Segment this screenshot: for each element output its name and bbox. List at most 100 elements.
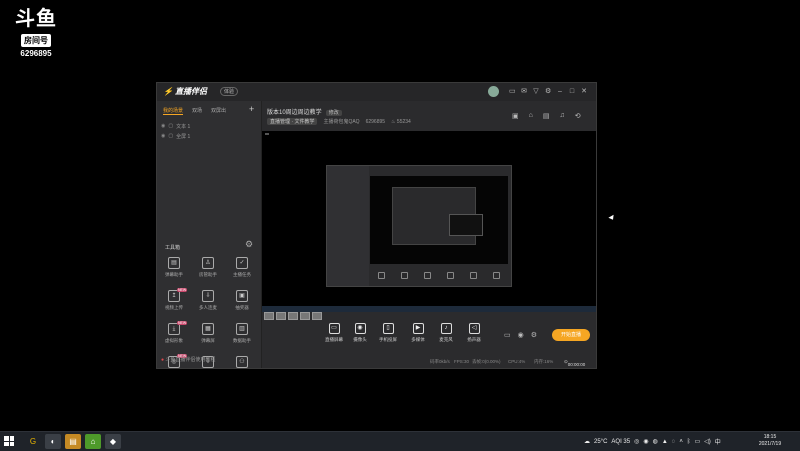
clock-time: 18:15 bbox=[763, 434, 777, 440]
toolbox-grid: ▤ 弹幕助手 ♙ 房管助手 ✓ 主播任务 ↥ 视频上传 NEW ⇩ 多人连麦 ▣ 抽奖器 ⤓ 虚拟形象 NEW… bbox=[157, 257, 261, 384]
tool-item[interactable]: ⇩ 多人连麦 bbox=[191, 290, 225, 318]
lock-icon[interactable]: ▢ bbox=[168, 123, 173, 129]
live-preview[interactable] bbox=[262, 131, 596, 312]
watermark-tag: 房间号 bbox=[21, 34, 51, 47]
windows-start-icon[interactable] bbox=[4, 436, 14, 446]
avatar[interactable] bbox=[488, 86, 499, 97]
status-bar: ⊙ 00:00:00 码率0kb/s FPS:30 丢帧:0(0.00%) CPU:4… bbox=[262, 356, 596, 368]
toolbox-settings-icon[interactable]: ⚙ bbox=[245, 239, 253, 250]
tutorial-link[interactable]: ● 斗鱼直播伴侣使用教程 bbox=[161, 356, 215, 363]
edit-title-button[interactable]: 修改 bbox=[325, 110, 342, 116]
shirt-icon[interactable]: ▽ bbox=[533, 87, 539, 96]
tab-my-scenes[interactable]: 我的场景 bbox=[163, 107, 184, 115]
tool-item[interactable]: ⚇ bbox=[225, 356, 259, 384]
tray-app-icon[interactable]: ▲ bbox=[662, 439, 668, 445]
tool-icon: ▥ bbox=[236, 323, 248, 335]
tray-app-icon[interactable]: ◌ bbox=[672, 439, 676, 445]
source-controls: ▭ ◉ ⚙ 开始直播 ▭ 直播屏幕 ◉ 摄像头 ▯ 手机投屏 ▶ 多媒体 ♪ 麦克风 ◁ 扬声器 bbox=[262, 323, 596, 353]
eye-icon[interactable]: ◉ bbox=[161, 123, 165, 129]
network-icon[interactable]: ▭ bbox=[695, 438, 701, 445]
bag-icon[interactable]: ⌂ bbox=[529, 112, 533, 120]
douyu-watermark: 斗鱼 房间号 6296895 bbox=[14, 8, 58, 58]
eye-icon[interactable]: ◉ bbox=[161, 133, 165, 139]
thumbnail[interactable] bbox=[312, 312, 322, 320]
game-app-icon[interactable]: ⌂ bbox=[85, 434, 101, 449]
source-label: 文本 1 bbox=[176, 123, 191, 130]
tool-label: 数据助手 bbox=[233, 338, 251, 343]
tab-dual-screen[interactable]: 双屏出 bbox=[211, 107, 226, 115]
edition-badge[interactable]: 体验 bbox=[220, 87, 239, 96]
control-button[interactable]: ◁ 扬声器 bbox=[460, 323, 488, 343]
ime-indicator[interactable]: 中 bbox=[715, 437, 721, 446]
tool-label: 主播任务 bbox=[233, 272, 251, 277]
tool-icon: ▣ bbox=[236, 290, 248, 302]
bluetooth-icon[interactable]: ᛒ bbox=[687, 439, 691, 445]
tool-icon: ▤ bbox=[168, 257, 180, 269]
close-icon[interactable]: ✕ bbox=[581, 87, 587, 96]
chrome-icon[interactable]: G bbox=[25, 434, 41, 449]
mail-icon[interactable]: ✉ bbox=[521, 87, 527, 96]
control-button[interactable]: ▯ 手机投屏 bbox=[374, 323, 402, 343]
thumbnail[interactable] bbox=[276, 312, 286, 320]
tutorial-icon: ● bbox=[161, 357, 165, 363]
tool-item[interactable]: ✓ 主播任务 bbox=[225, 257, 259, 285]
tool-item[interactable]: ▦ 弹幕屏 bbox=[191, 323, 225, 351]
thumbnail[interactable] bbox=[300, 312, 310, 320]
category-badge[interactable]: 直播管理 · 文件教学 bbox=[267, 118, 318, 125]
add-scene-button[interactable]: + bbox=[249, 104, 254, 114]
thumbnail[interactable] bbox=[264, 312, 274, 320]
tray-app-icon[interactable]: ◍ bbox=[653, 438, 658, 445]
tool-item[interactable]: ♙ 房管助手 bbox=[191, 257, 225, 285]
source-item[interactable]: ◉ ▢ 文本 1 bbox=[161, 121, 257, 131]
tool-label: 多人连麦 bbox=[199, 305, 217, 310]
control-icon: ▯ bbox=[382, 323, 394, 334]
control-button[interactable]: ▶ 多媒体 bbox=[404, 323, 432, 343]
bell-icon[interactable]: ♫ bbox=[559, 112, 564, 120]
nested-preview-3 bbox=[449, 214, 483, 236]
status-stat: 码率0kb/s bbox=[430, 359, 450, 364]
settings-icon[interactable]: ⚙ bbox=[545, 87, 551, 96]
live-companion-icon[interactable]: ◆ bbox=[105, 434, 121, 449]
clock[interactable]: 18:15 2021/7/19 bbox=[752, 434, 788, 448]
tool-icon: ⚇ bbox=[236, 356, 248, 368]
fire-icon: ♨ bbox=[391, 118, 396, 125]
weather-icon: ☁ bbox=[584, 439, 590, 445]
share-icon[interactable]: ⟲ bbox=[575, 112, 581, 120]
record-icon[interactable]: ▤ bbox=[543, 112, 550, 120]
tray-app-icon[interactable]: ◉ bbox=[643, 438, 648, 445]
control-icon: ▭ bbox=[328, 323, 340, 334]
control-button[interactable]: ▭ 直播屏幕 bbox=[320, 323, 348, 343]
titlebar[interactable]: ⚡ 直播伴侣 体验 ▭ ✉ ▽ ⚙ – □ ✕ bbox=[157, 83, 596, 101]
camera-icon[interactable]: ▭ bbox=[504, 331, 511, 339]
timer-text: 00:00:00 bbox=[567, 362, 586, 367]
minimize-icon[interactable]: – bbox=[557, 87, 563, 96]
tray-app-icon[interactable]: ◎ bbox=[634, 438, 639, 445]
maximize-icon[interactable]: □ bbox=[569, 87, 575, 96]
tab-dual[interactable]: 双场 bbox=[192, 107, 202, 115]
lock-icon[interactable]: ▢ bbox=[168, 133, 173, 139]
volume-icon[interactable]: ◁) bbox=[704, 438, 711, 445]
control-button[interactable]: ◉ 摄像头 bbox=[346, 323, 374, 343]
tool-item[interactable]: ⤓ 虚拟形象 NEW bbox=[157, 321, 191, 351]
weather-text: 25°C bbox=[594, 438, 608, 445]
tool-icon: ♙ bbox=[202, 257, 214, 269]
tool-item[interactable]: ▥ 数据助手 bbox=[225, 323, 259, 351]
live-timer: ⊙ 00:00:00 bbox=[564, 359, 586, 367]
start-live-button[interactable]: 开始直播 bbox=[552, 329, 590, 341]
media-app-icon[interactable]: ◐ bbox=[45, 434, 61, 449]
chevron-up-icon[interactable]: ˄ bbox=[679, 439, 683, 445]
heat-text: 55234 bbox=[396, 118, 411, 125]
tool-item[interactable]: ↥ 视频上传 NEW bbox=[157, 288, 191, 318]
tool-item[interactable]: ▤ 弹幕助手 bbox=[157, 257, 191, 285]
control-label: 直播屏幕 bbox=[325, 337, 343, 342]
folder-icon[interactable]: ▤ bbox=[65, 434, 81, 449]
chat-icon[interactable]: ▭ bbox=[509, 87, 516, 96]
source-item[interactable]: ◉ ▢ 全屏 1 bbox=[161, 131, 257, 141]
tool-item[interactable]: ▣ 抽奖器 bbox=[225, 290, 259, 318]
thumbnail[interactable] bbox=[288, 312, 298, 320]
control-button[interactable]: ♪ 麦克风 bbox=[432, 323, 460, 343]
eye-icon[interactable]: ◉ bbox=[518, 331, 524, 339]
room-id: 6296895 bbox=[365, 118, 386, 125]
gear-icon[interactable]: ⚙ bbox=[531, 331, 537, 339]
screenshot-icon[interactable]: ▣ bbox=[512, 112, 519, 120]
